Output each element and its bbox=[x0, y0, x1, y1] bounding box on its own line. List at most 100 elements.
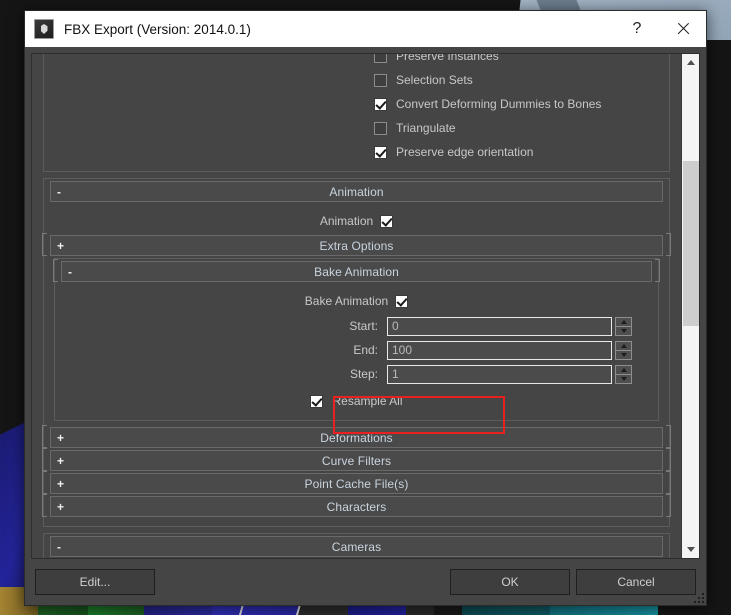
section-header-extra-options[interactable]: + Extra Options bbox=[42, 233, 671, 256]
options-content: TurboSmooth Preserve Instances Selection… bbox=[32, 54, 681, 558]
spinner-down-button[interactable] bbox=[615, 326, 632, 336]
checkbox-triangulate[interactable] bbox=[374, 121, 387, 135]
spinner-up-button[interactable] bbox=[615, 316, 632, 326]
scroll-down-icon bbox=[686, 547, 695, 552]
fbx-export-dialog: FBX Export (Version: 2014.0.1) ? TurboSm… bbox=[24, 10, 707, 606]
checkbox-row-animation[interactable]: Animation bbox=[44, 209, 669, 233]
checkbox-label: Bake Animation bbox=[304, 294, 389, 308]
section-title: Characters bbox=[326, 499, 387, 514]
options-content-inner: TurboSmooth Preserve Instances Selection… bbox=[35, 54, 678, 558]
expander-icon[interactable]: + bbox=[57, 432, 64, 444]
start-spinner[interactable] bbox=[615, 316, 632, 336]
spinner-up-button[interactable] bbox=[615, 364, 632, 374]
checkbox-row-resample-all[interactable]: Resample All bbox=[55, 389, 658, 413]
geometry-options-group: TurboSmooth Preserve Instances Selection… bbox=[43, 54, 670, 172]
expander-icon[interactable]: + bbox=[57, 478, 64, 490]
checkbox-resample-all[interactable] bbox=[310, 394, 324, 408]
checkbox-row-preserve-instances[interactable]: Preserve Instances bbox=[44, 54, 669, 68]
expander-icon[interactable]: - bbox=[57, 186, 61, 198]
checkbox-label: Convert Deforming Dummies to Bones bbox=[396, 97, 602, 111]
checkbox-selection-sets[interactable] bbox=[374, 73, 387, 87]
chevron-down-icon bbox=[620, 352, 627, 357]
checkbox-bake-animation[interactable] bbox=[395, 294, 409, 308]
geometry-options-body: TurboSmooth Preserve Instances Selection… bbox=[44, 54, 669, 171]
help-icon: ? bbox=[632, 20, 642, 37]
section-title: Extra Options bbox=[319, 238, 394, 253]
chevron-up-icon bbox=[620, 319, 627, 324]
expander-icon[interactable]: + bbox=[57, 240, 64, 252]
section-title: Curve Filters bbox=[321, 453, 392, 468]
spinner-up-button[interactable] bbox=[615, 340, 632, 350]
ok-button[interactable]: OK bbox=[450, 569, 570, 595]
checkbox-label: Triangulate bbox=[396, 121, 456, 135]
section-title: Point Cache File(s) bbox=[304, 476, 409, 491]
animation-group: - Animation Animation + Extra Options - … bbox=[42, 178, 671, 527]
spinner-down-button[interactable] bbox=[615, 374, 632, 384]
checkbox-label: Animation bbox=[319, 214, 374, 228]
checkbox-row-preserve-edge-orientation[interactable]: Preserve edge orientation bbox=[44, 140, 669, 164]
section-header-point-cache-files[interactable]: + Point Cache File(s) bbox=[42, 471, 671, 494]
section-header-bake-animation[interactable]: - Bake Animation bbox=[53, 259, 660, 282]
close-button[interactable] bbox=[660, 11, 706, 47]
checkbox-label: Preserve edge orientation bbox=[396, 145, 534, 159]
section-header-characters[interactable]: + Characters bbox=[42, 494, 671, 517]
end-input[interactable]: 100 bbox=[387, 340, 612, 360]
scroll-down-button[interactable] bbox=[682, 541, 699, 558]
step-spinner[interactable] bbox=[615, 364, 632, 384]
checkbox-preserve-edge-orientation[interactable] bbox=[374, 145, 387, 159]
animation-group-body: Animation + Extra Options - Bake Animati… bbox=[42, 204, 671, 526]
field-label-start: Start: bbox=[349, 319, 378, 333]
checkbox-convert-deforming-dummies[interactable] bbox=[374, 97, 387, 111]
step-input[interactable]: 1 bbox=[387, 364, 612, 384]
scrollbar-thumb[interactable] bbox=[683, 161, 699, 326]
section-header-curve-filters[interactable]: + Curve Filters bbox=[42, 448, 671, 471]
end-spinner[interactable] bbox=[615, 340, 632, 360]
expander-icon[interactable]: + bbox=[57, 501, 64, 513]
chevron-down-icon bbox=[620, 376, 627, 381]
checkbox-label: Preserve Instances bbox=[396, 54, 499, 63]
section-header-animation[interactable]: - Animation bbox=[50, 181, 663, 202]
section-title: Deformations bbox=[320, 430, 393, 445]
chevron-up-icon bbox=[620, 343, 627, 348]
expander-icon[interactable]: - bbox=[68, 266, 72, 278]
help-button[interactable]: ? bbox=[614, 11, 660, 47]
expander-icon[interactable]: + bbox=[57, 455, 64, 467]
section-header-deformations[interactable]: + Deformations bbox=[42, 425, 671, 448]
bake-animation-body: Bake Animation Start: 0 End: 100 Step: 1… bbox=[55, 284, 658, 420]
dialog-footer: Edit... OK Cancel bbox=[25, 559, 706, 605]
dialog-body: TurboSmooth Preserve Instances Selection… bbox=[25, 47, 706, 559]
checkbox-row-selection-sets[interactable]: Selection Sets bbox=[44, 68, 669, 92]
chevron-up-icon bbox=[620, 367, 627, 372]
bake-animation-group: - Bake Animation Bake Animation Start: 0… bbox=[53, 258, 660, 421]
start-input[interactable]: 0 bbox=[387, 316, 612, 336]
fbx-app-icon bbox=[34, 19, 54, 39]
checkbox-label: Selection Sets bbox=[396, 73, 473, 87]
checkbox-label: Resample All bbox=[332, 394, 403, 408]
checkbox-row-bake-animation[interactable]: Bake Animation bbox=[55, 289, 658, 313]
vertical-scrollbar[interactable] bbox=[681, 54, 699, 558]
close-icon bbox=[676, 22, 690, 36]
section-title: Cameras bbox=[331, 539, 382, 554]
scroll-up-button[interactable] bbox=[682, 54, 699, 71]
expander-icon[interactable]: - bbox=[57, 541, 61, 553]
field-label-end: End: bbox=[353, 343, 378, 357]
scrollbar-track[interactable] bbox=[682, 71, 699, 541]
checkbox-animation[interactable] bbox=[380, 214, 394, 228]
section-title: Bake Animation bbox=[314, 264, 399, 279]
section-title: Animation bbox=[329, 184, 384, 199]
field-row-end: End: 100 bbox=[55, 339, 658, 361]
cameras-group: - Cameras bbox=[43, 533, 670, 558]
resize-grip[interactable] bbox=[692, 591, 704, 603]
edit-button[interactable]: Edit... bbox=[35, 569, 155, 595]
checkbox-row-triangulate[interactable]: Triangulate bbox=[44, 116, 669, 140]
field-label-step: Step: bbox=[349, 367, 378, 381]
section-header-cameras[interactable]: - Cameras bbox=[50, 536, 663, 557]
checkbox-preserve-instances[interactable] bbox=[374, 54, 387, 63]
field-row-step: Step: 1 bbox=[55, 363, 658, 385]
checkbox-row-convert-deforming-dummies[interactable]: Convert Deforming Dummies to Bones bbox=[44, 92, 669, 116]
scroll-up-icon bbox=[686, 60, 695, 65]
spinner-down-button[interactable] bbox=[615, 350, 632, 360]
cancel-button[interactable]: Cancel bbox=[576, 569, 696, 595]
scroll-region: TurboSmooth Preserve Instances Selection… bbox=[31, 53, 700, 559]
field-row-start: Start: 0 bbox=[55, 315, 658, 337]
